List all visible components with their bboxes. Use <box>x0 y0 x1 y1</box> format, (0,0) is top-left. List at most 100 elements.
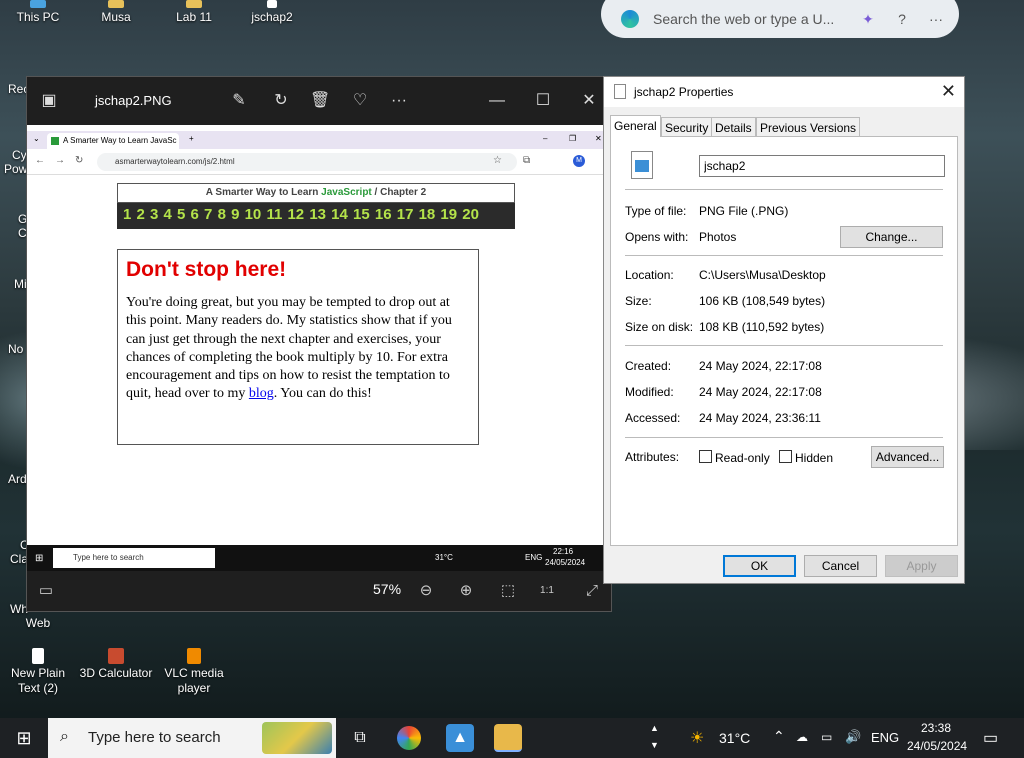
opens-with-label: Opens with: <box>625 230 689 244</box>
close-icon[interactable]: ✕ <box>941 81 956 102</box>
browser-url-field: asmarterwaytolearn.com/js/2.html <box>97 153 517 171</box>
desktop-icon-jschap2[interactable]: jschap2 <box>234 0 310 25</box>
edit-icon[interactable]: ✎ <box>229 91 249 111</box>
png-file-icon <box>631 151 653 179</box>
tab-list-icon: ⌄ <box>33 134 40 143</box>
search-highlight-image <box>262 722 332 754</box>
copilot-icon[interactable]: ✦ <box>859 10 877 28</box>
zoom-out-icon[interactable]: ⊖ <box>415 580 437 602</box>
cancel-button[interactable]: Cancel <box>804 555 877 577</box>
desktop-icon-musa[interactable]: Musa <box>78 0 154 25</box>
bookmark-star-icon: ☆ <box>493 155 502 166</box>
captured-search: Type here to search <box>53 548 215 568</box>
tab-details[interactable]: Details <box>711 117 756 137</box>
box-text: You're doing great, but you may be tempt… <box>126 295 452 402</box>
desktop-icon-this-pc[interactable]: This PC <box>0 0 76 25</box>
attributes-label: Attributes: <box>625 450 680 464</box>
delete-icon[interactable]: 🗑 <box>310 91 330 111</box>
browser-address-row: ← → ↻ asmarterwaytolearn.com/js/2.html ☆… <box>27 149 611 175</box>
onedrive-icon[interactable]: ☁ <box>796 730 808 744</box>
weather-icon: ☀ <box>690 730 705 747</box>
ok-button[interactable]: OK <box>723 555 796 577</box>
forward-icon: → <box>55 155 65 166</box>
change-button[interactable]: Change... <box>840 226 943 248</box>
task-view-icon[interactable]: ⧉ <box>346 724 374 752</box>
apply-button[interactable]: Apply <box>885 555 958 577</box>
new-tab-icon: + <box>189 134 194 143</box>
tab-previous-versions[interactable]: Previous Versions <box>756 117 861 137</box>
captured-taskbar: ⊞ Type here to search 31°C ENG 22:16 24/… <box>27 545 611 571</box>
taskbar-search[interactable]: ⌕ Type here to search <box>48 718 336 758</box>
desktop-icon-web[interactable]: Web <box>0 616 76 631</box>
hidden-checkbox[interactable] <box>779 450 792 463</box>
photos-app-icon[interactable]: ▲ <box>446 724 474 752</box>
favorite-icon[interactable]: ♡ <box>350 91 370 111</box>
folder-icon <box>186 0 202 8</box>
desktop-icon-vlc[interactable]: VLC media player <box>156 648 232 696</box>
hidden-label: Hidden <box>795 451 834 465</box>
readonly-checkbox[interactable] <box>699 450 712 463</box>
more-options-icon[interactable]: ··· <box>389 91 409 111</box>
clock-date[interactable]: 24/05/2024 <box>907 739 967 753</box>
clock-time[interactable]: 23:38 <box>921 721 951 735</box>
site-favicon <box>51 136 59 145</box>
tab-general[interactable]: General <box>610 115 661 137</box>
text-file-icon <box>32 648 44 664</box>
scroll-arrows[interactable]: ▲ ▼ <box>650 720 659 754</box>
desktop-label-partial: Ard <box>8 472 27 486</box>
browser-tab-strip: ⌄ A Smarter Way to Learn JavaSc + – ❐ ✕ <box>27 131 611 149</box>
fit-icon[interactable]: ⬚ <box>497 580 519 602</box>
type-label: Type of file: <box>625 204 687 218</box>
taskbar-search-input[interactable]: Type here to search <box>88 729 221 746</box>
page-header: A Smarter Way to Learn JavaScript / Chap… <box>117 183 515 203</box>
chrome-icon[interactable] <box>397 726 421 750</box>
help-icon[interactable]: ? <box>893 10 911 28</box>
reload-icon: ↻ <box>75 155 84 166</box>
file-explorer-icon[interactable] <box>494 724 522 752</box>
more-icon[interactable]: ··· <box>927 10 945 28</box>
actual-size-icon[interactable]: 1:1 <box>536 580 558 602</box>
chapter-number-bar: 1 2 3 4 5 6 7 8 9 10 11 12 13 14 15 16 1… <box>117 203 515 229</box>
blog-link: blog <box>248 386 274 402</box>
desktop-label-partial: Pow <box>4 162 28 176</box>
fullscreen-icon[interactable]: ⤢ <box>581 580 603 602</box>
created-value: 24 May 2024, 22:17:08 <box>699 359 822 373</box>
edge-search-bar[interactable]: Search the web or type a U... ✦ ? ··· <box>601 0 959 38</box>
size-on-disk-label: Size on disk: <box>625 320 694 334</box>
dialog-titlebar: jschap2 Properties ✕ <box>604 77 964 107</box>
start-windows-icon[interactable]: ⊞ <box>10 724 38 752</box>
maximize-icon[interactable]: ☐ <box>533 91 553 111</box>
gallery-icon[interactable]: ▣ <box>39 91 59 111</box>
browser-tab: A Smarter Way to Learn JavaSc <box>47 133 179 149</box>
captured-date: 24/05/2024 <box>545 558 586 567</box>
tab-security[interactable]: Security <box>661 117 713 137</box>
type-value: PNG File (.PNG) <box>699 204 789 218</box>
photos-window: ▣ jschap2.PNG ✎ ↻ 🗑 ♡ ··· — ☐ ✕ ⌄ A Smar… <box>26 76 612 612</box>
desktop-icon-lab11[interactable]: Lab 11 <box>156 0 232 25</box>
advanced-button[interactable]: Advanced... <box>871 446 944 468</box>
filmstrip-icon[interactable]: ▭ <box>35 580 57 602</box>
dialog-title: jschap2 Properties <box>634 85 734 99</box>
volume-icon[interactable]: 🔊 <box>845 729 861 745</box>
rotate-icon[interactable]: ↻ <box>271 91 291 111</box>
filename-field[interactable] <box>699 155 945 177</box>
edge-search-input[interactable]: Search the web or type a U... <box>653 11 843 27</box>
zoom-level: 57% <box>373 581 402 597</box>
browser-max-icon: ❐ <box>569 134 577 143</box>
desktop-icon-new-plain-text[interactable]: New Plain Text (2) <box>0 648 76 696</box>
minimize-icon[interactable]: — <box>487 91 507 111</box>
desktop-label-partial: Cy <box>12 148 27 162</box>
size-label: Size: <box>625 294 652 308</box>
browser-min-icon: – <box>543 134 548 143</box>
desktop-icon-3d-calculator[interactable]: 3D Calculator <box>78 648 154 681</box>
location-value: C:\Users\Musa\Desktop <box>699 268 826 282</box>
battery-icon[interactable]: ▭ <box>821 730 832 744</box>
language-indicator[interactable]: ENG <box>871 730 899 745</box>
desktop-label-partial: Mi <box>14 277 27 291</box>
close-icon[interactable]: ✕ <box>579 91 599 111</box>
notification-icon[interactable]: ▭ <box>983 728 998 748</box>
tray-chevron-icon[interactable]: ⌃ <box>773 728 785 745</box>
zoom-in-icon[interactable]: ⊕ <box>455 580 477 602</box>
box-heading: Don't stop here! <box>126 258 287 281</box>
modified-label: Modified: <box>625 385 674 399</box>
